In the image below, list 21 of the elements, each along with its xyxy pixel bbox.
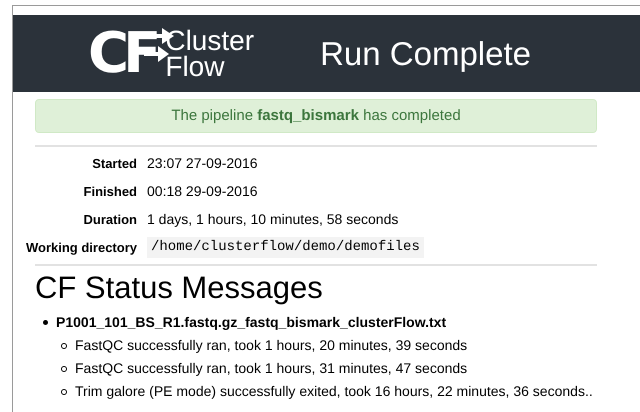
bullet-icon <box>43 320 48 325</box>
page-title: Run Complete <box>320 34 532 74</box>
detail-label: Duration <box>82 210 138 229</box>
detail-value: 00:18 29-09-2016 <box>147 182 258 201</box>
status-message: Trim galore (PE mode) successfully exited, took 16 hours, 22 minutes, 36 seconds.. <box>75 382 593 401</box>
success-alert: The pipeline fastq_bismark has completed <box>35 99 597 133</box>
detail-value: 23:07 27-09-2016 <box>147 154 258 173</box>
bullet-icon <box>61 342 67 348</box>
detail-label: Finished <box>82 182 138 201</box>
section-heading: CF Status Messages <box>35 270 324 306</box>
detail-value: 1 days, 1 hours, 10 minutes, 58 seconds <box>147 210 398 229</box>
logo-word: Cluster <box>165 28 254 54</box>
file-name: P1001_101_BS_R1.fastq.gz_fastq_bismark_clusterFlow.txt <box>56 313 446 332</box>
detail-label: Working directory <box>24 238 138 257</box>
detail-label: Started <box>91 154 138 173</box>
status-message: FastQC successfully ran, took 1 hours, 31 minutes, 47 seconds <box>75 359 468 378</box>
status-message: FastQC successfully ran, took 1 hours, 20 minutes, 39 seconds <box>75 336 468 355</box>
logo-word: Flow <box>165 54 226 80</box>
bullet-icon <box>61 366 67 372</box>
bullet-icon <box>61 388 67 394</box>
detail-value: /home/clusterflow/demo/demofiles <box>147 237 424 258</box>
